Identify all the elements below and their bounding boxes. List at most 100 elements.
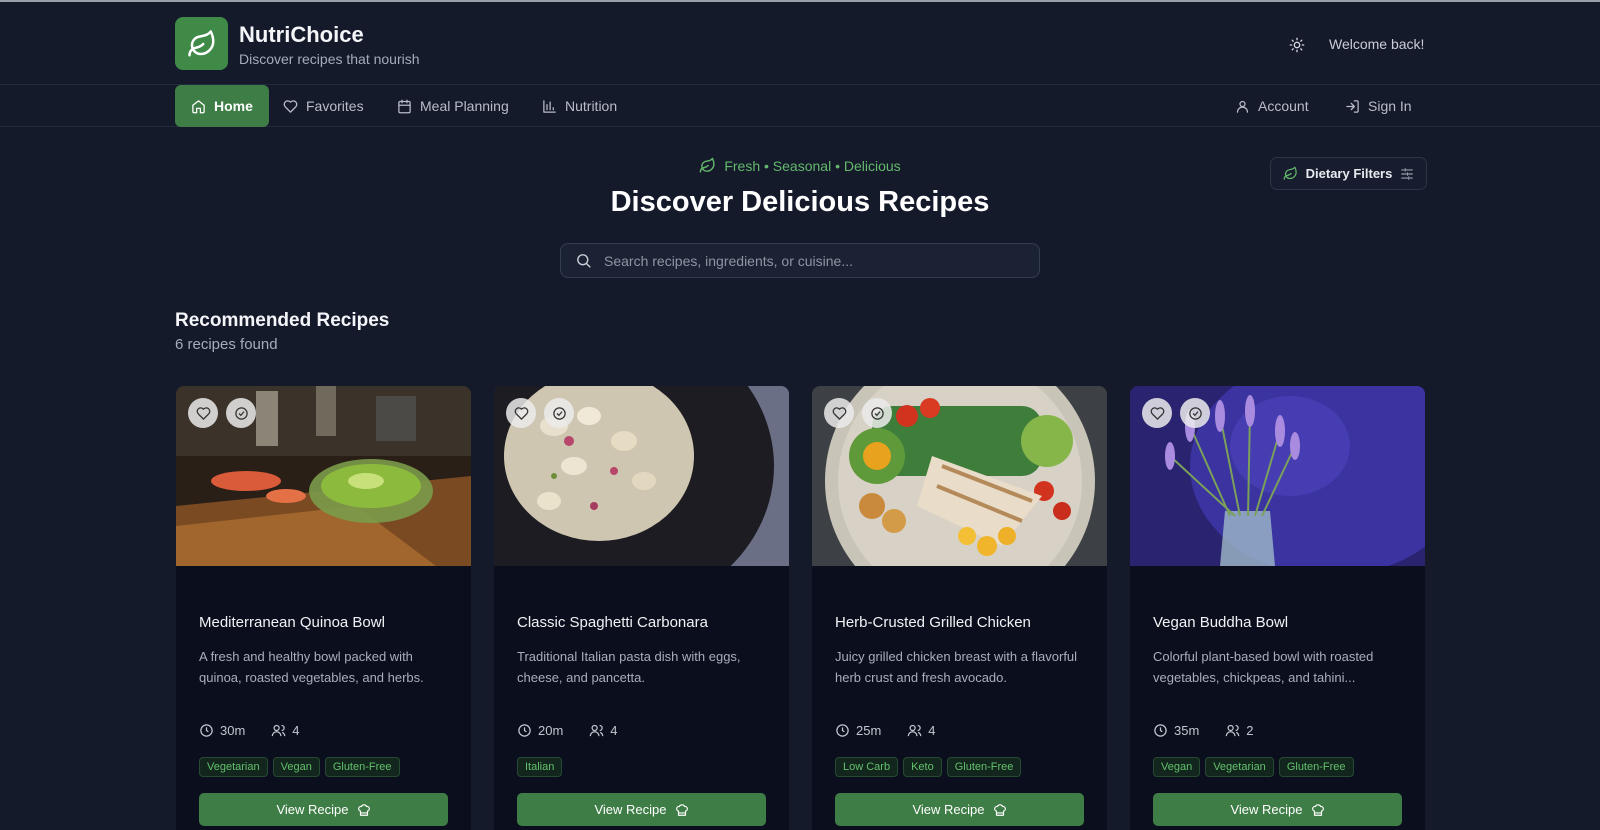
main-nav: Home Favorites Meal Planning Nutrition A…	[0, 85, 1600, 127]
sign-in-link[interactable]: Sign In	[1329, 85, 1428, 127]
users-icon	[907, 724, 922, 737]
nav-item-label: Meal Planning	[420, 98, 509, 114]
recipe-time: 25m	[856, 723, 882, 738]
view-recipe-label: View Recipe	[912, 802, 985, 817]
user-icon	[1236, 100, 1249, 113]
search-input[interactable]	[604, 252, 1004, 269]
leaf-icon	[1283, 166, 1297, 180]
recipe-card[interactable]: Mediterranean Quinoa Bowl A fresh and he…	[176, 386, 471, 830]
nav-item-favorites[interactable]: Favorites	[267, 85, 380, 127]
heart-icon	[514, 406, 528, 420]
chef-hat-icon	[993, 803, 1006, 816]
nav-item-nutrition[interactable]: Nutrition	[526, 85, 633, 127]
app-logo[interactable]	[175, 17, 228, 70]
recipe-card[interactable]: Herb-Crusted Grilled Chicken Juicy grill…	[812, 386, 1107, 830]
tag-badge: Gluten-Free	[1278, 757, 1354, 777]
mark-cooked-button[interactable]	[862, 398, 892, 428]
recipe-title: Mediterranean Quinoa Bowl	[199, 614, 385, 631]
dietary-filters-button[interactable]: Dietary Filters	[1270, 157, 1427, 190]
recipe-image	[494, 386, 789, 566]
view-recipe-label: View Recipe	[1230, 802, 1303, 817]
leaf-icon	[187, 29, 214, 56]
view-recipe-button[interactable]: View Recipe	[199, 793, 448, 826]
mark-cooked-button[interactable]	[544, 398, 574, 428]
recipe-meta: 20m 4	[517, 723, 618, 738]
tag-badge: Vegan	[272, 757, 320, 777]
leaf-icon	[700, 157, 715, 173]
welcome-text: Welcome back!	[1329, 36, 1425, 52]
search-bar	[560, 243, 1040, 278]
nav-item-label: Home	[214, 98, 253, 114]
recipe-meta: 25m 4	[835, 723, 936, 738]
recipe-tags: Italian	[517, 757, 563, 777]
page-title: Discover Delicious Recipes	[610, 186, 990, 218]
recipe-title: Vegan Buddha Bowl	[1153, 614, 1289, 631]
sun-icon	[1289, 37, 1305, 53]
favorite-button[interactable]	[824, 398, 854, 428]
favorite-button[interactable]	[188, 398, 218, 428]
mark-cooked-button[interactable]	[226, 398, 256, 428]
tag-badge: Vegetarian	[199, 757, 268, 777]
view-recipe-label: View Recipe	[276, 802, 349, 817]
check-circle-icon	[552, 406, 566, 420]
users-icon	[1225, 724, 1240, 737]
users-icon	[589, 724, 604, 737]
chef-hat-icon	[357, 803, 370, 816]
recipe-servings: 4	[292, 723, 300, 738]
check-circle-icon	[870, 406, 884, 420]
recipe-title: Herb-Crusted Grilled Chicken	[835, 614, 1031, 631]
recipe-time: 35m	[1174, 723, 1200, 738]
calendar-icon	[398, 99, 411, 113]
clock-icon	[518, 724, 531, 737]
check-circle-icon	[1188, 406, 1202, 420]
recipe-image	[1130, 386, 1425, 566]
tagline-text: Fresh • Seasonal • Delicious	[724, 157, 901, 174]
recipe-time: 30m	[220, 723, 246, 738]
account-link[interactable]: Account	[1219, 85, 1325, 127]
recipe-title: Classic Spaghetti Carbonara	[517, 614, 708, 631]
tag-badge: Gluten-Free	[324, 757, 400, 777]
favorite-button[interactable]	[1142, 398, 1172, 428]
home-icon	[192, 99, 205, 113]
users-icon	[271, 724, 286, 737]
recipe-image	[176, 386, 471, 566]
heart-icon	[832, 406, 846, 420]
app-title: NutriChoice	[239, 22, 364, 47]
clock-icon	[1154, 724, 1167, 737]
view-recipe-button[interactable]: View Recipe	[517, 793, 766, 826]
view-recipe-button[interactable]: View Recipe	[835, 793, 1084, 826]
tag-badge: Gluten-Free	[946, 757, 1022, 777]
recipe-description: Colorful plant-based bowl with roasted v…	[1153, 649, 1374, 685]
sliders-icon	[1401, 167, 1414, 180]
recipe-tags: Vegan Vegetarian Gluten-Free	[1153, 757, 1354, 777]
clock-icon	[836, 724, 849, 737]
chef-hat-icon	[675, 803, 688, 816]
recipe-count: 6 recipes found	[175, 336, 278, 353]
recipe-meta: 30m 4	[199, 723, 300, 738]
view-recipe-button[interactable]: View Recipe	[1153, 793, 1402, 826]
tag-badge: Vegan	[1153, 757, 1201, 777]
recipe-card[interactable]: Vegan Buddha Bowl Colorful plant-based b…	[1130, 386, 1425, 830]
tag-badge: Low Carb	[835, 757, 899, 777]
sign-in-label: Sign In	[1368, 98, 1412, 114]
app-header: NutriChoice Discover recipes that nouris…	[0, 2, 1600, 85]
section-title: Recommended Recipes	[175, 310, 390, 331]
nav-item-meal-planning[interactable]: Meal Planning	[381, 85, 525, 127]
mark-cooked-button[interactable]	[1180, 398, 1210, 428]
favorite-button[interactable]	[506, 398, 536, 428]
account-label: Account	[1258, 98, 1309, 114]
recipe-servings: 2	[1246, 723, 1254, 738]
nav-item-home[interactable]: Home	[175, 85, 269, 127]
tag-badge: Italian	[517, 757, 563, 777]
search-icon	[577, 254, 591, 268]
recipe-servings: 4	[610, 723, 618, 738]
nav-item-label: Favorites	[306, 98, 364, 114]
heart-icon	[283, 99, 298, 113]
heart-icon	[196, 406, 210, 420]
recipe-description: A fresh and healthy bowl packed with qui…	[199, 649, 424, 685]
recipe-servings: 4	[928, 723, 936, 738]
recipe-time: 20m	[538, 723, 564, 738]
theme-toggle-button[interactable]	[1286, 34, 1308, 56]
tag-badge: Keto	[903, 757, 942, 777]
recipe-card[interactable]: Classic Spaghetti Carbonara Traditional …	[494, 386, 789, 830]
